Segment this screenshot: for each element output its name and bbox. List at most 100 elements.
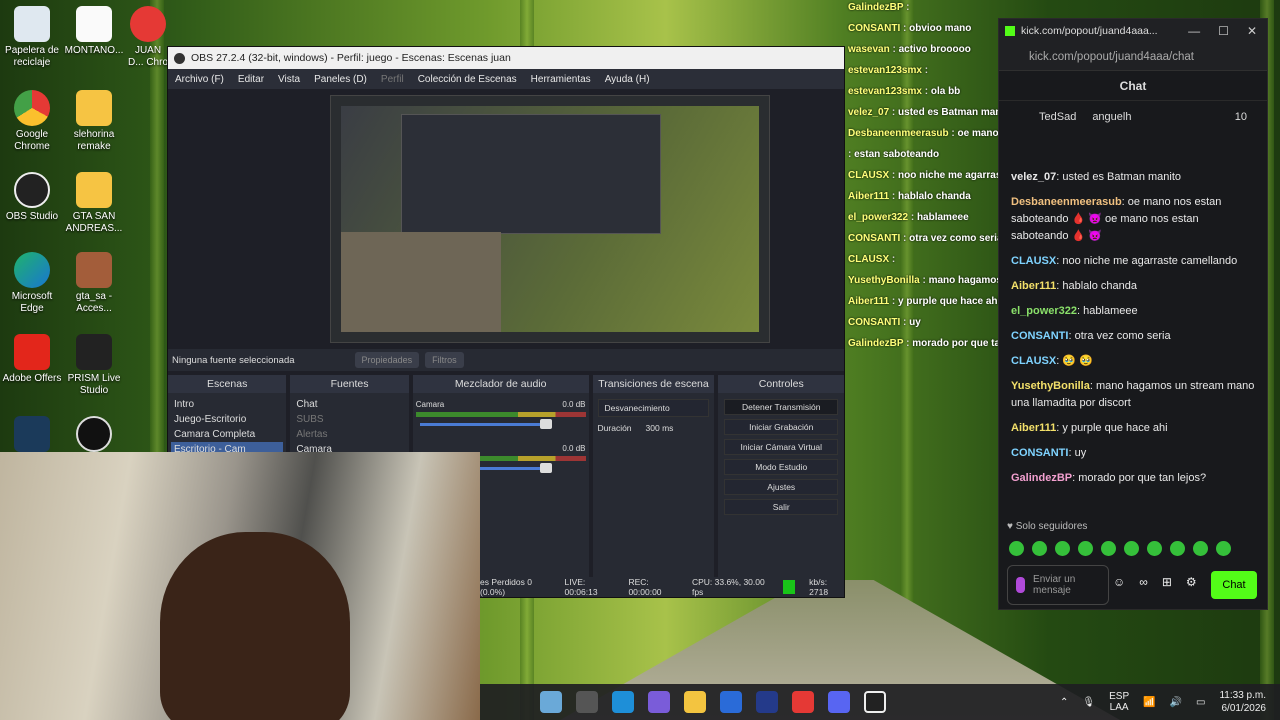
chat-username[interactable]: el_power322 (1011, 305, 1077, 317)
chat-text: usted es Batman manito (1062, 171, 1182, 183)
chat-message: GalindezBP: morado por que tan lejos? (1011, 472, 1207, 484)
chat-username[interactable]: Aiber111 (1011, 422, 1056, 434)
emote-icon[interactable] (1147, 541, 1162, 556)
properties-button[interactable]: Propiedades (354, 352, 420, 368)
chat-username[interactable]: Desbaneenmeerasub (1011, 196, 1122, 208)
desktop-file-icon[interactable]: MONTANO... (62, 6, 126, 57)
edge-icon[interactable]: Microsoft Edge (0, 252, 64, 315)
chat-input[interactable]: Enviar un mensaje (1007, 565, 1109, 605)
volume-icon[interactable]: 🔊 (1170, 697, 1182, 708)
file-explorer-icon[interactable] (684, 691, 706, 713)
adobe-icon[interactable]: Adobe Offers (0, 334, 64, 385)
gift-icon[interactable]: ⊞ (1162, 575, 1172, 589)
folder-icon[interactable]: GTA SAN ANDREAS... (62, 172, 126, 235)
chat-username[interactable]: CONSANTI (1011, 330, 1068, 342)
language-indicator[interactable]: ESP LAA (1109, 691, 1129, 713)
kick-url[interactable]: kick.com/popout/juand4aaa/chat (999, 43, 1267, 71)
chat-username[interactable]: CONSANTI (1011, 447, 1068, 459)
chrome-shortcut-icon[interactable]: JUAN D... Chro (128, 6, 168, 69)
volume-slider[interactable] (419, 419, 552, 429)
transition-select[interactable]: Desvanecimiento (597, 399, 710, 417)
clock-date: 6/01/2026 (1221, 703, 1267, 714)
scene-item[interactable]: Juego-Escritorio (171, 412, 283, 427)
chat-username[interactable]: GalindezBP (1011, 472, 1072, 484)
steam-icon[interactable] (0, 416, 64, 455)
wifi-icon[interactable]: 📶 (1143, 697, 1155, 708)
stop-stream-button[interactable]: Detener Transmisión (724, 399, 839, 415)
obs-icon[interactable] (864, 691, 886, 713)
studio-mode-button[interactable]: Modo Estudio (724, 459, 839, 475)
copilot-icon[interactable] (648, 691, 670, 713)
menu-archivo[interactable]: Archivo (F) (168, 74, 231, 85)
obs-menubar: Archivo (F) Editar Vista Paneles (D) Per… (168, 69, 844, 89)
obs-studio-icon[interactable]: OBS Studio (0, 172, 64, 223)
exit-button[interactable]: Salir (724, 499, 839, 515)
gear-icon[interactable]: ⚙ (1186, 575, 1197, 589)
chat-username[interactable]: CLAUSX (1011, 355, 1056, 367)
source-item[interactable]: Chat (293, 397, 405, 412)
emote-icon[interactable] (1170, 541, 1185, 556)
source-item[interactable]: SUBS (293, 412, 405, 427)
chat-username[interactable]: YusethyBonilla (1011, 380, 1090, 392)
source-item[interactable]: Alertas (293, 427, 405, 442)
app-icon[interactable] (540, 691, 562, 713)
maximize-icon[interactable]: ☐ (1218, 24, 1229, 38)
menu-coleccion[interactable]: Colección de Escenas (411, 74, 524, 85)
clock[interactable]: 11:33 p.m. 6/01/2026 (1219, 689, 1266, 715)
menu-ayuda[interactable]: Ayuda (H) (598, 74, 657, 85)
overlay-chat: GalindezBP : CONSANTI : obvioo mano wasev… (848, 0, 1204, 350)
menu-vista[interactable]: Vista (271, 74, 307, 85)
overlay-chat-text: activo brooooo (898, 44, 971, 55)
b-app-icon[interactable] (756, 691, 778, 713)
battery-icon[interactable]: ▭ (1196, 697, 1205, 708)
chevron-up-icon[interactable]: ⌃ (1060, 697, 1068, 708)
recycle-bin-icon[interactable]: Papelera de reciclaje (0, 6, 64, 69)
emote-icon[interactable] (1124, 541, 1139, 556)
preview-canvas[interactable] (330, 95, 770, 343)
scene-item[interactable]: Intro (171, 397, 283, 412)
virtual-camera-button[interactable]: Iniciar Cámara Virtual (724, 439, 839, 455)
chat-username[interactable]: Aiber111 (1011, 280, 1056, 292)
mic-icon[interactable]: 🎙 (1082, 697, 1095, 708)
send-chat-button[interactable]: Chat (1211, 571, 1257, 599)
link-icon[interactable]: ∞ (1139, 575, 1148, 589)
scene-item[interactable]: Camara Completa (171, 427, 283, 442)
emote-icon[interactable] (1055, 541, 1070, 556)
emote-icon[interactable] (1216, 541, 1231, 556)
overlay-chat-user: GalindezBP (848, 338, 904, 349)
filters-button[interactable]: Filtros (425, 352, 464, 368)
emote-icon[interactable] (1009, 541, 1024, 556)
mic-icon[interactable] (1016, 577, 1026, 593)
prism-icon[interactable]: PRISM Live Studio (62, 334, 126, 397)
track-db: 0.0 dB (562, 444, 586, 453)
emoji-icon[interactable]: ☺ (1113, 575, 1125, 589)
menu-herramientas[interactable]: Herramientas (524, 74, 598, 85)
duration-input[interactable]: 300 ms (646, 423, 674, 433)
emote-icon[interactable] (1193, 541, 1208, 556)
app-icon[interactable] (62, 416, 126, 455)
sources-title: Fuentes (290, 375, 409, 393)
chat-username[interactable]: velez_07 (1011, 171, 1056, 183)
menu-editar[interactable]: Editar (231, 74, 271, 85)
emote-icon[interactable] (1101, 541, 1116, 556)
minimize-icon[interactable]: — (1188, 24, 1200, 38)
overlay-chat-user: CLAUSX (848, 254, 890, 265)
store-icon[interactable] (720, 691, 742, 713)
overlay-chat-user: Aiber111 (848, 296, 890, 307)
settings-button[interactable]: Ajustes (724, 479, 839, 495)
start-recording-button[interactable]: Iniciar Grabación (724, 419, 839, 435)
emote-icon[interactable] (1032, 541, 1047, 556)
emote-icon[interactable] (1078, 541, 1093, 556)
close-icon[interactable]: ✕ (1247, 24, 1257, 38)
overlay-chat-text: uy (909, 317, 921, 328)
task-view-icon[interactable] (576, 691, 598, 713)
discord-icon[interactable] (828, 691, 850, 713)
folder-icon[interactable]: slehorina remake (62, 90, 126, 153)
menu-perfil[interactable]: Perfil (374, 74, 411, 85)
chrome-icon[interactable]: Google Chrome (0, 90, 64, 153)
gta-icon[interactable]: gta_sa - Acces... (62, 252, 126, 315)
menu-paneles[interactable]: Paneles (D) (307, 74, 374, 85)
edge-icon[interactable] (612, 691, 634, 713)
chrome-icon[interactable] (792, 691, 814, 713)
chat-username[interactable]: CLAUSX (1011, 255, 1056, 267)
